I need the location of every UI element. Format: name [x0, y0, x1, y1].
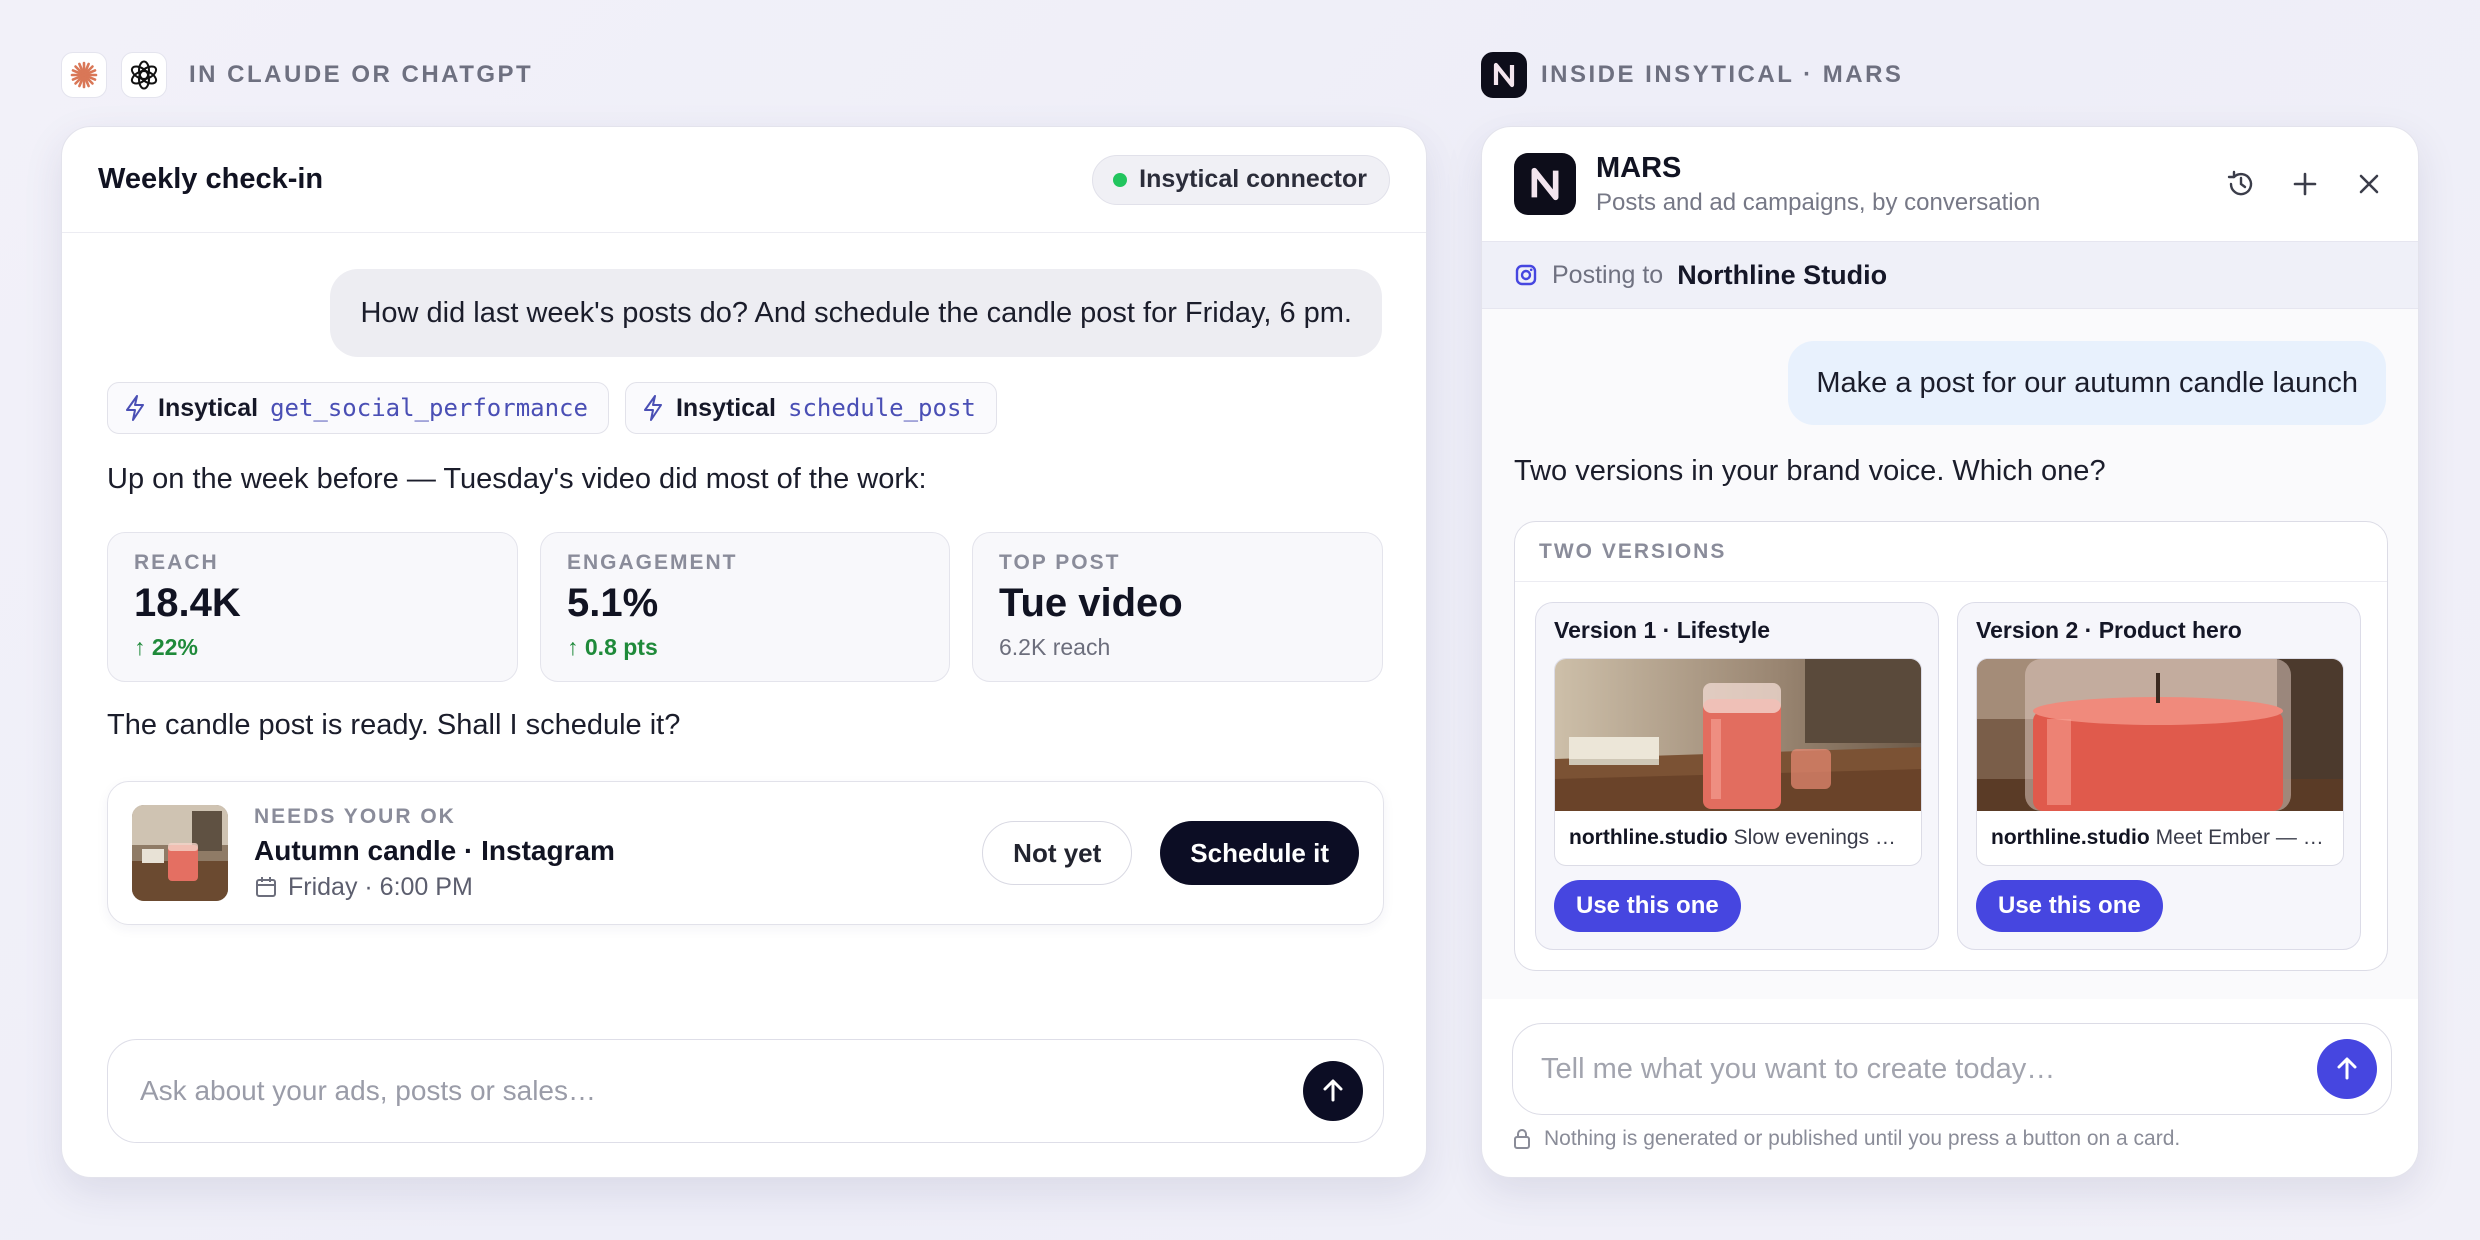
- mars-composer: [1512, 1023, 2392, 1115]
- claude-icon: [61, 52, 107, 98]
- not-yet-button[interactable]: Not yet: [982, 821, 1133, 885]
- lightning-icon: [643, 395, 662, 421]
- versions-grid: Version 1 · Lifestyle northline.studio S…: [1515, 582, 2387, 970]
- version-title: Version 2 · Product hero: [1976, 617, 2242, 643]
- lock-icon: [1514, 1129, 1530, 1149]
- preview-image-lifestyle: [1555, 659, 1921, 811]
- account-name: Northline Studio: [1677, 259, 1888, 290]
- stat-delta: ↑ 0.8 pts: [567, 634, 658, 660]
- mars-panel: MARS Posts and ad campaigns, by conversa…: [1481, 126, 2419, 1178]
- tool-call-chip[interactable]: Insytical get_social_performance: [107, 382, 609, 434]
- user-message: Make a post for our autumn candle launch: [1788, 341, 2386, 425]
- version-title: Version 1 · Lifestyle: [1554, 617, 1771, 643]
- chat-composer: [107, 1039, 1384, 1143]
- connector-label: Insytical connector: [1139, 165, 1367, 193]
- create-input[interactable]: [1541, 1053, 2317, 1085]
- tool-vendor: Insytical: [158, 393, 259, 422]
- insytical-logo-icon: [1514, 153, 1576, 215]
- tool-call-chip[interactable]: Insytical schedule_post: [624, 382, 997, 434]
- stat-sub: 6.2K reach: [999, 634, 1111, 660]
- assistant-ready-text: The candle post is ready. Shall I schedu…: [107, 709, 681, 741]
- arrow-up-icon: [2337, 1057, 2357, 1080]
- schedule-it-button[interactable]: Schedule it: [1160, 821, 1359, 885]
- stat-label: REACH: [134, 551, 219, 574]
- chat-input[interactable]: [140, 1075, 1303, 1107]
- post-time-label: Friday · 6:00 PM: [288, 872, 473, 901]
- assistant-summary: Up on the week before — Tuesday's video …: [107, 463, 927, 495]
- chat-title: Weekly check-in: [98, 163, 324, 195]
- post-thumbnail: [132, 805, 228, 901]
- safety-footer: Nothing is generated or published until …: [1512, 1127, 2180, 1151]
- mars-conversation: Make a post for our autumn candle launch…: [1482, 309, 2418, 999]
- instagram-icon: [1515, 264, 1537, 286]
- stat-value: 18.4K: [134, 581, 241, 625]
- calendar-icon: [256, 877, 276, 897]
- status-dot-icon: [1113, 172, 1128, 187]
- header-actions: [2222, 165, 2388, 203]
- right-header: INSIDE INSYTICAL · MARS: [1481, 52, 1903, 98]
- mars-header: MARS Posts and ad campaigns, by conversa…: [1482, 127, 2418, 241]
- preview-image-product-hero: [1977, 659, 2343, 811]
- safety-footer-text: Nothing is generated or published until …: [1544, 1127, 2181, 1150]
- versions-card: TWO VERSIONS Version 1 · Lifestyle north…: [1514, 521, 2388, 971]
- send-button[interactable]: [1303, 1061, 1363, 1121]
- left-header-label: IN CLAUDE OR CHATGPT: [189, 61, 534, 88]
- left-header: IN CLAUDE OR CHATGPT: [61, 52, 533, 98]
- preview-caption-text: Meet Ember — …: [2155, 826, 2324, 849]
- version-card-product-hero: Version 2 · Product hero northline.studi…: [1957, 602, 2361, 950]
- mars-title-block: MARS Posts and ad campaigns, by conversa…: [1596, 152, 2222, 217]
- arrow-up-icon: [1323, 1079, 1343, 1102]
- stat-label: ENGAGEMENT: [567, 551, 738, 574]
- schedule-info: NEEDS YOUR OK Autumn candle · Instagram …: [254, 805, 982, 902]
- approval-kicker: NEEDS YOUR OK: [254, 804, 456, 828]
- tool-calls: Insytical get_social_performance Insytic…: [107, 382, 997, 434]
- assistant-message: Two versions in your brand voice. Which …: [1514, 455, 2106, 487]
- stat-card-top-post: TOP POST Tue video 6.2K reach: [972, 532, 1383, 682]
- preview-handle: northline.studio: [1991, 826, 2150, 849]
- chatgpt-icon: [121, 52, 167, 98]
- stats-row: REACH 18.4K ↑ 22% ENGAGEMENT 5.1% ↑ 0.8 …: [107, 532, 1383, 682]
- send-button[interactable]: [2317, 1039, 2377, 1099]
- post-preview: northline.studio Slow evenings …: [1554, 658, 1922, 866]
- close-icon[interactable]: [2350, 165, 2388, 203]
- preview-caption-text: Slow evenings …: [1733, 826, 1896, 849]
- stat-card-reach: REACH 18.4K ↑ 22%: [107, 532, 518, 682]
- post-preview: northline.studio Meet Ember — …: [1976, 658, 2344, 866]
- versions-header: TWO VERSIONS: [1515, 522, 2387, 582]
- use-version-1-button[interactable]: Use this one: [1554, 880, 1741, 932]
- preview-caption: northline.studio Meet Ember — …: [1977, 811, 2343, 865]
- post-title: Autumn candle · Instagram: [254, 834, 615, 866]
- tool-vendor: Insytical: [675, 393, 777, 422]
- chat-panel-left: Weekly check-in Insytical connector How …: [61, 126, 1427, 1178]
- schedule-card: NEEDS YOUR OK Autumn candle · Instagram …: [107, 781, 1384, 925]
- stat-card-engagement: ENGAGEMENT 5.1% ↑ 0.8 pts: [540, 532, 950, 682]
- history-icon[interactable]: [2222, 165, 2260, 203]
- preview-caption: northline.studio Slow evenings …: [1555, 811, 1921, 865]
- stat-label: TOP POST: [999, 551, 1121, 574]
- stat-value: Tue video: [999, 581, 1183, 625]
- tool-name: get_social_performance: [270, 394, 588, 422]
- version-card-lifestyle: Version 1 · Lifestyle northline.studio S…: [1535, 602, 1939, 950]
- posting-label: Posting to: [1552, 260, 1664, 289]
- tool-name: schedule_post: [788, 394, 976, 422]
- right-header-label: INSIDE INSYTICAL · MARS: [1541, 61, 1904, 88]
- stat-delta: ↑ 22%: [134, 634, 198, 660]
- user-message: How did last week's posts do? And schedu…: [330, 269, 1382, 357]
- preview-handle: northline.studio: [1569, 826, 1728, 849]
- app-subtitle: Posts and ad campaigns, by conversation: [1596, 188, 2041, 216]
- connector-badge[interactable]: Insytical connector: [1092, 154, 1390, 205]
- stat-value: 5.1%: [567, 581, 659, 625]
- post-time: Friday · 6:00 PM: [254, 873, 982, 902]
- plus-icon[interactable]: [2286, 165, 2324, 203]
- chat-header: Weekly check-in Insytical connector: [62, 127, 1426, 233]
- app-name: MARS: [1596, 151, 1682, 184]
- use-version-2-button[interactable]: Use this one: [1976, 880, 2163, 932]
- posting-target-bar[interactable]: Posting to Northline Studio: [1482, 241, 2418, 309]
- insytical-logo-icon: [1481, 52, 1527, 98]
- lightning-icon: [126, 395, 144, 421]
